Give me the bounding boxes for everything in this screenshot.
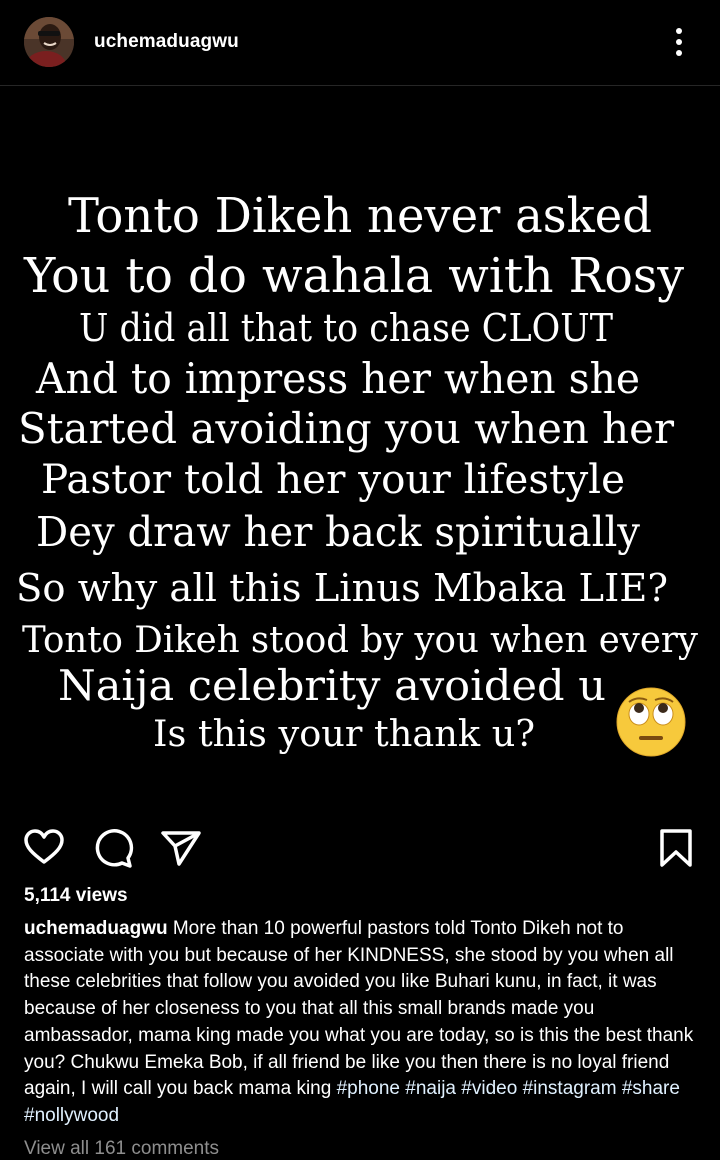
- post-username[interactable]: uchemaduagwu: [94, 31, 239, 53]
- view-count[interactable]: 5,114 views: [24, 885, 128, 907]
- image-text-line: Is this your thank u?: [153, 714, 535, 755]
- heart-icon[interactable]: [22, 826, 66, 870]
- image-text-line: Started avoiding you when her: [18, 404, 675, 453]
- caption-text: More than 10 powerful pastors told Tonto…: [24, 918, 694, 1100]
- bookmark-icon[interactable]: [654, 826, 698, 870]
- caption-username[interactable]: uchemaduagwu: [24, 918, 168, 939]
- hashtag[interactable]: #nollywood: [24, 1105, 119, 1126]
- post-caption: uchemaduagwu More than 10 powerful pasto…: [24, 916, 702, 1130]
- post-actions: [0, 820, 720, 876]
- post-image[interactable]: Tonto Dikeh never asked You to do wahala…: [0, 87, 720, 807]
- hashtag[interactable]: #share: [622, 1078, 680, 1099]
- image-text-line: Tonto Dikeh stood by you when every: [22, 620, 699, 661]
- comment-icon[interactable]: [91, 826, 135, 870]
- image-text-line: Pastor told her your lifestyle: [41, 457, 625, 503]
- more-vertical-icon[interactable]: [662, 24, 696, 60]
- face-with-rolling-eyes-icon: [616, 687, 686, 757]
- hashtag[interactable]: #naija: [405, 1078, 456, 1099]
- hashtag[interactable]: #video: [461, 1078, 517, 1099]
- image-text-line: Tonto Dikeh never asked: [68, 188, 652, 244]
- image-text-line: Naija celebrity avoided u: [58, 661, 606, 710]
- hashtag[interactable]: #instagram: [523, 1078, 617, 1099]
- view-comments-link[interactable]: View all 161 comments: [24, 1138, 219, 1160]
- post-header: uchemaduagwu: [0, 0, 720, 86]
- image-text-line: Dey draw her back spiritually: [36, 508, 641, 556]
- image-text-line: You to do wahala with Rosy: [23, 248, 684, 304]
- image-text-line: And to impress her when she: [35, 354, 640, 403]
- avatar[interactable]: [24, 17, 74, 67]
- image-text-line: So why all this Linus Mbaka LIE?: [16, 566, 668, 610]
- hashtag[interactable]: #phone: [337, 1078, 400, 1099]
- send-icon[interactable]: [159, 826, 203, 870]
- image-text-line: U did all that to chase CLOUT: [79, 306, 613, 350]
